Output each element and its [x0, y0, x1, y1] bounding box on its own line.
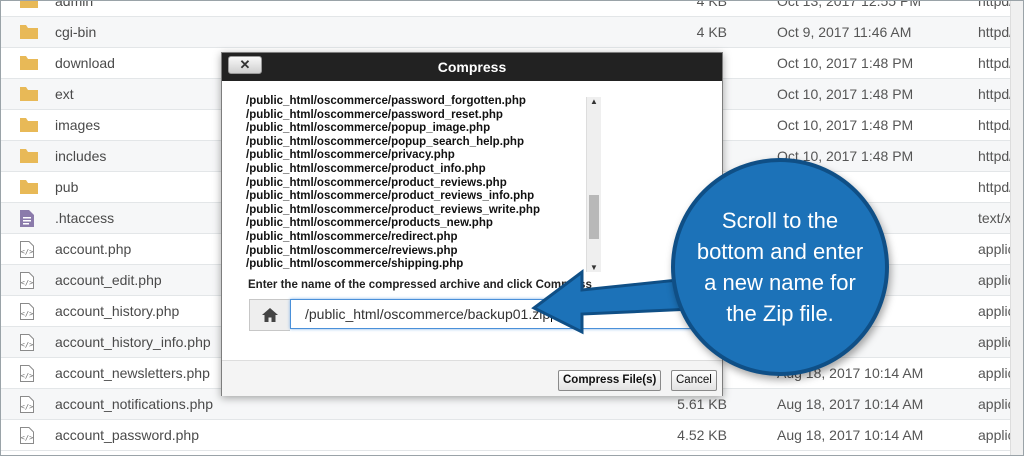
- dialog-file-item: /public_html/oscommerce/product_reviews.…: [246, 176, 507, 189]
- svg-text:</>: </>: [21, 403, 34, 411]
- file-size: 5.61 KB: [677, 396, 727, 412]
- page-scrollbar[interactable]: [1010, 1, 1023, 455]
- folder-icon: [20, 86, 38, 102]
- file-name[interactable]: account_history.php: [55, 303, 179, 319]
- file-date: Oct 9, 2017 11:46 AM: [777, 24, 912, 40]
- folder-icon: [20, 55, 38, 71]
- folder-icon: [20, 117, 38, 133]
- file-name[interactable]: ext: [55, 86, 74, 102]
- file-name[interactable]: admin: [55, 1, 93, 9]
- text-file-icon: [20, 210, 38, 227]
- file-date: Oct 13, 2017 12:55 PM: [777, 0, 921, 9]
- code-file-icon: </>: [20, 396, 38, 413]
- cancel-button[interactable]: Cancel: [671, 370, 717, 391]
- file-size: 4 KB: [696, 24, 727, 40]
- callout-text: Scroll to the bottom and enter a new nam…: [696, 208, 864, 326]
- dialog-file-item: /public_html/oscommerce/popup_search_hel…: [246, 135, 524, 148]
- dialog-footer: Compress File(s) Cancel: [222, 360, 722, 396]
- file-row[interactable]: </> account_password.php 4.52 KB Aug 18, 20…: [1, 420, 1023, 451]
- file-name[interactable]: account_notifications.php: [55, 396, 213, 412]
- scroll-up-arrow-icon[interactable]: ▲: [590, 97, 598, 106]
- scroll-thumb[interactable]: [589, 195, 599, 239]
- code-file-icon: </>: [20, 241, 38, 258]
- svg-text:</>: </>: [21, 310, 34, 318]
- dialog-file-item: /public_html/oscommerce/product_reviews_…: [246, 203, 540, 216]
- instruction-callout: Scroll to the bottom and enter a new nam…: [671, 158, 889, 376]
- svg-text:</>: </>: [21, 279, 34, 287]
- code-file-icon: </>: [20, 427, 38, 444]
- dialog-file-item: /public_html/oscommerce/product_info.php: [246, 162, 486, 175]
- file-date: Oct 10, 2017 1:48 PM: [777, 86, 914, 102]
- dialog-file-item: /public_html/oscommerce/password_forgott…: [246, 95, 526, 107]
- file-date: Aug 18, 2017 10:14 AM: [777, 396, 924, 412]
- file-name[interactable]: account.php: [55, 241, 131, 257]
- file-date: Oct 10, 2017 1:48 PM: [777, 117, 914, 133]
- dialog-file-item: /public_html/oscommerce/popup_image.php: [246, 122, 491, 135]
- svg-text:</>: </>: [21, 434, 34, 442]
- file-date: Aug 18, 2017 10:14 AM: [777, 427, 924, 443]
- folder-icon: [20, 148, 38, 164]
- code-file-icon: </>: [20, 334, 38, 351]
- compress-files-button[interactable]: Compress File(s): [558, 370, 662, 391]
- svg-text:</>: </>: [21, 372, 34, 380]
- dialog-file-item: /public_html/oscommerce/privacy.php: [246, 149, 455, 162]
- home-button[interactable]: [249, 299, 290, 331]
- file-date: Oct 10, 2017 1:48 PM: [777, 55, 914, 71]
- folder-icon: [20, 179, 38, 195]
- folder-icon: [20, 24, 38, 40]
- file-list-box: /public_html/oscommerce/password_forgott…: [246, 95, 702, 272]
- file-size: 4.52 KB: [677, 427, 727, 443]
- file-name[interactable]: account_history_info.php: [55, 334, 211, 350]
- file-name[interactable]: download: [55, 55, 115, 71]
- file-name[interactable]: .htaccess: [55, 210, 114, 226]
- dialog-file-item: /public_html/oscommerce/reviews.php: [246, 244, 458, 257]
- svg-text:</>: </>: [21, 248, 34, 256]
- file-name[interactable]: account_edit.php: [55, 272, 162, 288]
- file-name[interactable]: account_newsletters.php: [55, 365, 210, 381]
- compress-dialog: Compress ✕ /public_html/oscommerce/passw…: [221, 52, 723, 396]
- code-file-icon: </>: [20, 272, 38, 289]
- dialog-file-item: /public_html/oscommerce/products_new.php: [246, 217, 493, 230]
- file-row[interactable]: cgi-bin 4 KB Oct 9, 2017 11:46 AM httpd/u: [1, 17, 1023, 48]
- dialog-title: Compress: [222, 53, 722, 81]
- dialog-file-item: /public_html/oscommerce/product_reviews_…: [246, 190, 535, 203]
- file-size: 4 KB: [696, 0, 727, 9]
- file-name[interactable]: images: [55, 117, 100, 133]
- code-file-icon: </>: [20, 365, 38, 382]
- file-row[interactable]: admin 4 KB Oct 13, 2017 12:55 PM httpd/u: [1, 0, 1023, 17]
- file-name[interactable]: includes: [55, 148, 106, 164]
- close-button[interactable]: ✕: [228, 56, 262, 74]
- dialog-file-item: /public_html/oscommerce/password_reset.p…: [246, 108, 503, 121]
- file-list-scrollbar[interactable]: ▲ ▼: [586, 97, 601, 272]
- code-file-icon: </>: [20, 303, 38, 320]
- svg-text:</>: </>: [21, 341, 34, 349]
- file-name[interactable]: account_password.php: [55, 427, 199, 443]
- file-name[interactable]: pub: [55, 179, 78, 195]
- folder-icon: [20, 1, 38, 9]
- dialog-file-item: /public_html/oscommerce/redirect.php: [246, 230, 458, 243]
- home-icon: [262, 308, 278, 322]
- file-name[interactable]: cgi-bin: [55, 24, 96, 40]
